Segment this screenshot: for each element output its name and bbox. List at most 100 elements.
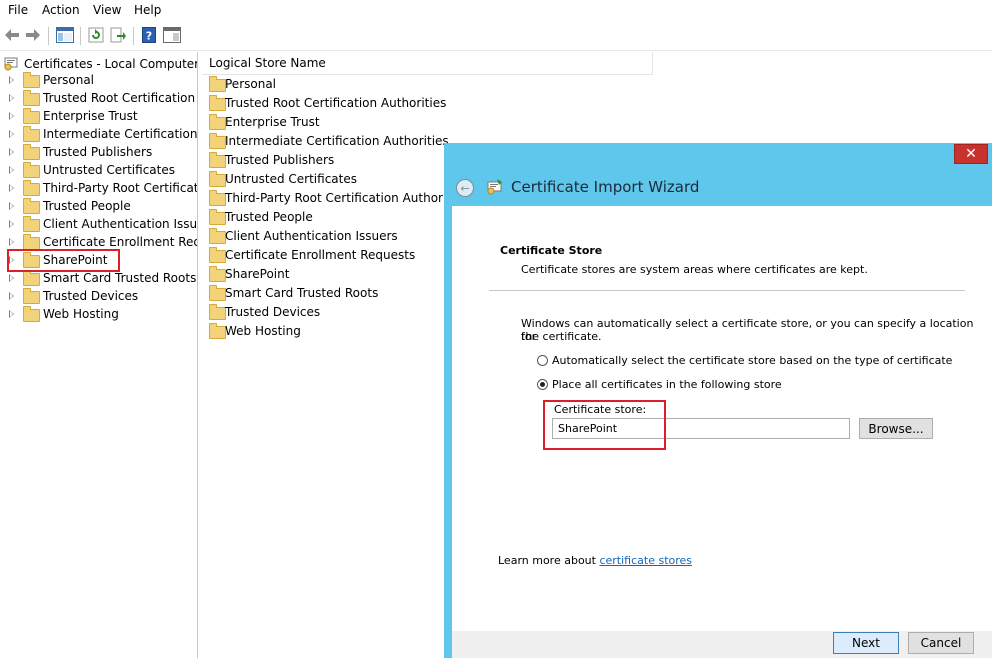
expand-icon[interactable] [9, 202, 14, 210]
expand-icon[interactable] [9, 310, 14, 318]
expand-icon[interactable] [9, 292, 14, 300]
tree-item-trusted-devices[interactable]: Trusted Devices [0, 288, 197, 306]
menu-file[interactable]: File [8, 3, 28, 17]
folder-icon [23, 288, 40, 304]
next-button[interactable]: Next [833, 632, 899, 654]
tree-item-web-hosting[interactable]: Web Hosting [0, 306, 197, 324]
section-divider [489, 290, 965, 291]
section-description: Certificate stores are system areas wher… [521, 263, 868, 276]
folder-icon [23, 108, 40, 124]
back-arrow-icon[interactable] [3, 26, 21, 44]
folder-icon [209, 95, 226, 111]
folder-icon [23, 90, 40, 106]
expand-icon[interactable] [9, 148, 14, 156]
back-arrow-icon: ← [460, 181, 470, 195]
tree-item-sharepoint[interactable]: SharePoint [0, 252, 197, 270]
expand-icon[interactable] [9, 76, 14, 84]
tree-item-trusted-root[interactable]: Trusted Root Certification Au [0, 90, 197, 108]
folder-icon [23, 252, 40, 268]
expand-icon[interactable] [9, 166, 14, 174]
folder-icon [209, 209, 226, 225]
wizard-back-button[interactable]: ← [456, 179, 474, 197]
certificate-import-wizard: ✕ ← Certificate Import Wizard Certificat… [444, 143, 992, 658]
toolbar: ? [0, 22, 992, 51]
folder-icon [23, 144, 40, 160]
certificate-store-label: Certificate store: [554, 403, 647, 416]
folder-icon [209, 76, 226, 92]
toolbar-separator [48, 27, 49, 45]
certificates-snapin-icon [4, 57, 18, 71]
tree-item-intermediate[interactable]: Intermediate Certification Au [0, 126, 197, 144]
properties-pane-icon[interactable] [163, 26, 181, 44]
tree-item-third-party-root[interactable]: Third-Party Root Certificatior [0, 180, 197, 198]
folder-icon [209, 152, 226, 168]
tree-root-label: Certificates - Local Computer [24, 57, 198, 71]
expand-icon[interactable] [9, 238, 14, 246]
wizard-footer: Next Cancel [452, 631, 992, 658]
refresh-icon[interactable] [87, 26, 105, 44]
svg-text:?: ? [146, 30, 152, 43]
expand-icon[interactable] [9, 112, 14, 120]
column-header-logical-store-name[interactable]: Logical Store Name [202, 52, 653, 75]
folder-icon [23, 126, 40, 142]
intro-text-line2: the certificate. [521, 330, 602, 343]
close-button[interactable]: ✕ [954, 144, 988, 164]
section-title: Certificate Store [500, 244, 603, 257]
console-tree: Certificates - Local Computer Personal T… [0, 52, 198, 658]
folder-icon [23, 180, 40, 196]
tree-item-personal[interactable]: Personal [0, 72, 197, 90]
folder-icon [23, 198, 40, 214]
folder-icon [23, 216, 40, 232]
radio-auto-select-label[interactable]: Automatically select the certificate sto… [552, 354, 952, 367]
certificate-stores-link[interactable]: certificate stores [599, 554, 692, 567]
folder-icon [23, 234, 40, 250]
tree-item-enterprise-trust[interactable]: Enterprise Trust [0, 108, 197, 126]
tree-item-client-auth[interactable]: Client Authentication Issuers [0, 216, 197, 234]
folder-icon [23, 162, 40, 178]
folder-icon [209, 285, 226, 301]
expand-icon[interactable] [9, 184, 14, 192]
cancel-button[interactable]: Cancel [908, 632, 974, 654]
folder-icon [23, 306, 40, 322]
menu-help[interactable]: Help [134, 3, 161, 17]
menu-action[interactable]: Action [42, 3, 80, 17]
folder-icon [209, 323, 226, 339]
wizard-title: Certificate Import Wizard [511, 178, 700, 196]
expand-icon[interactable] [9, 130, 14, 138]
wizard-body: Certificate Store Certificate stores are… [452, 206, 992, 631]
folder-icon [209, 114, 226, 130]
close-icon: ✕ [965, 146, 977, 162]
toolbar-separator [80, 27, 81, 45]
export-list-icon[interactable] [109, 26, 127, 44]
certificate-wizard-icon [487, 179, 502, 195]
menu-bar: File Action View Help [0, 0, 992, 21]
radio-auto-select[interactable] [537, 355, 548, 366]
folder-icon [209, 171, 226, 187]
expand-icon[interactable] [9, 274, 14, 282]
browse-button[interactable]: Browse... [859, 418, 933, 439]
certificate-store-field[interactable]: SharePoint [552, 418, 850, 439]
radio-place-all-label[interactable]: Place all certificates in the following … [552, 378, 782, 391]
tree-item-smart-card[interactable]: Smart Card Trusted Roots [0, 270, 197, 288]
help-icon[interactable]: ? [140, 26, 158, 44]
tree-item-trusted-people[interactable]: Trusted People [0, 198, 197, 216]
learn-more-text: Learn more about certificate stores [498, 554, 693, 567]
tree-item-enrollment[interactable]: Certificate Enrollment Reques [0, 234, 197, 252]
expand-icon[interactable] [9, 94, 14, 102]
forward-arrow-icon[interactable] [24, 26, 42, 44]
toolbar-separator [133, 27, 134, 45]
folder-icon [209, 247, 226, 263]
folder-icon [209, 133, 226, 149]
folder-icon [23, 72, 40, 88]
folder-icon [209, 190, 226, 206]
expand-icon[interactable] [9, 256, 14, 264]
tree-item-trusted-publishers[interactable]: Trusted Publishers [0, 144, 197, 162]
menu-view[interactable]: View [93, 3, 121, 17]
tree-item-untrusted[interactable]: Untrusted Certificates [0, 162, 197, 180]
folder-icon [209, 304, 226, 320]
folder-icon [209, 266, 226, 282]
folder-icon [209, 228, 226, 244]
console-tree-icon[interactable] [56, 26, 74, 44]
radio-place-all[interactable] [537, 379, 548, 390]
expand-icon[interactable] [9, 220, 14, 228]
